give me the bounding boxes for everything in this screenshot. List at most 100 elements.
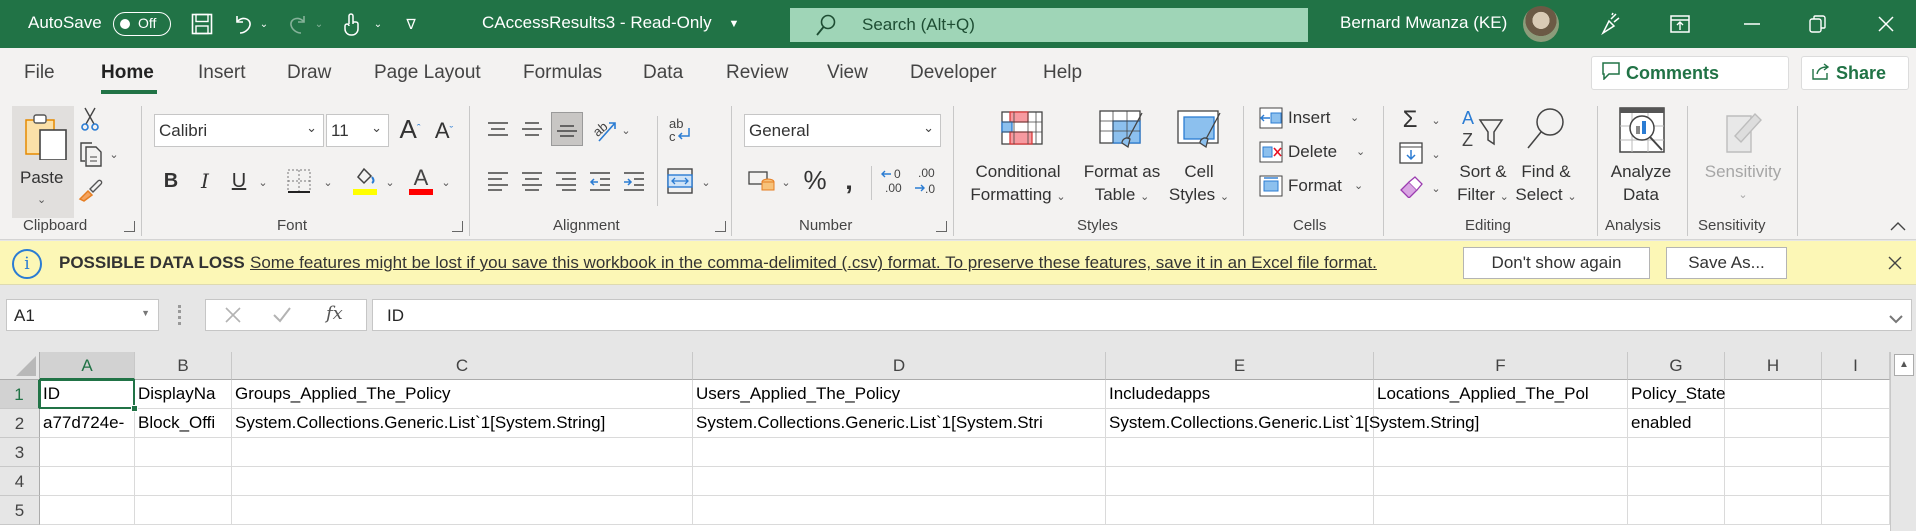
tab-draw[interactable]: Draw: [287, 62, 331, 84]
cell-e5[interactable]: [1106, 496, 1374, 525]
cell-i1[interactable]: [1822, 380, 1890, 409]
search-input[interactable]: Search (Alt+Q): [790, 8, 1308, 42]
touch-dropdown-icon[interactable]: ⌄: [372, 10, 384, 38]
cell-g1[interactable]: Policy_State: [1628, 380, 1726, 409]
name-box[interactable]: A1 ▼: [6, 299, 159, 331]
tab-page-layout[interactable]: Page Layout: [374, 62, 481, 84]
clipboard-launcher-icon[interactable]: [124, 221, 135, 232]
column-header-i[interactable]: I: [1822, 352, 1890, 380]
banner-message-link[interactable]: Some features might be lost if you save …: [250, 253, 1377, 273]
cell-c1[interactable]: Groups_Applied_The_Policy: [232, 380, 693, 409]
cell-e2[interactable]: System.Collections.Generic.List`1[System…: [1106, 409, 1479, 438]
dont-show-again-button[interactable]: Don't show again: [1463, 247, 1650, 279]
alignment-launcher-icon[interactable]: [715, 221, 726, 232]
borders-dropdown-icon[interactable]: ⌄: [322, 176, 334, 189]
top-align-icon[interactable]: [485, 116, 511, 142]
row-header-1[interactable]: 1: [0, 380, 40, 409]
format-painter-icon[interactable]: [78, 176, 104, 204]
paste-dropdown-icon[interactable]: ⌄: [37, 188, 46, 212]
cell-c5[interactable]: [232, 496, 693, 525]
select-all-button[interactable]: [0, 352, 40, 380]
fill-icon[interactable]: [1398, 140, 1424, 166]
user-name[interactable]: Bernard Mwanza (KE): [1340, 13, 1507, 33]
cell-i3[interactable]: [1822, 438, 1890, 467]
orientation-dropdown-icon[interactable]: ⌄: [620, 124, 632, 137]
cell-g4[interactable]: [1628, 467, 1725, 496]
autosum-dropdown-icon[interactable]: ⌄: [1430, 114, 1442, 127]
tab-file[interactable]: File: [24, 62, 55, 84]
minimize-icon[interactable]: [1738, 10, 1766, 38]
cell-d2[interactable]: System.Collections.Generic.List`1[System…: [693, 409, 1106, 438]
cell-b3[interactable]: [135, 438, 232, 467]
cell-h2[interactable]: [1725, 409, 1822, 438]
decrease-indent-icon[interactable]: [587, 168, 613, 194]
document-title[interactable]: CAccessResults3 - Read-Only: [482, 13, 712, 33]
tab-review[interactable]: Review: [726, 62, 788, 84]
cell-b1[interactable]: DisplayNa: [135, 380, 232, 409]
cell-a4[interactable]: [40, 467, 135, 496]
coauthoring-icon[interactable]: [1596, 10, 1624, 38]
column-header-d[interactable]: D: [693, 352, 1106, 380]
clear-dropdown-icon[interactable]: ⌄: [1430, 182, 1442, 195]
copy-icon[interactable]: [78, 140, 104, 168]
tab-home[interactable]: Home: [101, 62, 154, 84]
decrease-decimal-icon[interactable]: .00.0: [912, 164, 940, 196]
percent-style-icon[interactable]: %: [801, 164, 829, 196]
column-header-h[interactable]: H: [1725, 352, 1822, 380]
cell-g3[interactable]: [1628, 438, 1725, 467]
align-center-icon[interactable]: [519, 168, 545, 194]
cell-b5[interactable]: [135, 496, 232, 525]
delete-cells-button[interactable]: Delete ⌄: [1258, 138, 1398, 168]
cell-styles-button[interactable]: Cell Styles ⌄: [1166, 102, 1232, 210]
cell-a3[interactable]: [40, 438, 135, 467]
cell-d4[interactable]: [693, 467, 1106, 496]
cell-f4[interactable]: [1374, 467, 1628, 496]
avatar[interactable]: [1523, 6, 1559, 42]
fill-color-icon[interactable]: [352, 164, 378, 198]
collapse-ribbon-icon[interactable]: [1888, 218, 1908, 234]
tab-formulas[interactable]: Formulas: [523, 62, 602, 84]
merge-center-icon[interactable]: [666, 166, 694, 196]
format-cells-button[interactable]: Format ⌄: [1258, 172, 1398, 202]
wrap-text-icon[interactable]: ab c: [666, 116, 694, 146]
undo-icon[interactable]: [230, 10, 256, 38]
cell-d3[interactable]: [693, 438, 1106, 467]
font-color-icon[interactable]: A: [408, 164, 434, 198]
cell-h1[interactable]: [1725, 380, 1822, 409]
cell-h3[interactable]: [1725, 438, 1822, 467]
undo-dropdown-icon[interactable]: ⌄: [258, 10, 270, 38]
analyze-data-button[interactable]: Analyze Data: [1606, 102, 1676, 210]
cell-b4[interactable]: [135, 467, 232, 496]
cell-i2[interactable]: [1822, 409, 1890, 438]
paste-button[interactable]: Paste ⌄: [12, 106, 74, 218]
cell-h4[interactable]: [1725, 467, 1822, 496]
cell-i4[interactable]: [1822, 467, 1890, 496]
column-header-c[interactable]: C: [232, 352, 693, 380]
cell-h5[interactable]: [1725, 496, 1822, 525]
tab-insert[interactable]: Insert: [198, 62, 246, 84]
save-icon[interactable]: [188, 10, 216, 38]
fill-color-dropdown-icon[interactable]: ⌄: [384, 176, 396, 189]
autosum-icon[interactable]: Σ: [1398, 106, 1422, 134]
customize-qat-icon[interactable]: ∇: [403, 10, 419, 38]
cell-f3[interactable]: [1374, 438, 1628, 467]
font-name-select[interactable]: Calibri ⌄: [154, 114, 324, 147]
font-size-select[interactable]: 11 ⌄: [326, 114, 389, 147]
row-header-5[interactable]: 5: [0, 496, 40, 525]
format-as-table-button[interactable]: Format as Table ⌄: [1074, 102, 1170, 210]
sort-filter-button[interactable]: AZ Sort & Filter ⌄: [1452, 102, 1514, 210]
column-header-e[interactable]: E: [1106, 352, 1374, 380]
accounting-format-icon[interactable]: [748, 166, 776, 196]
number-format-select[interactable]: General ⌄: [744, 114, 941, 147]
decrease-font-size-icon[interactable]: Aˇ: [432, 116, 456, 146]
row-header-4[interactable]: 4: [0, 467, 40, 496]
save-as-button[interactable]: Save As...: [1666, 247, 1787, 279]
title-dropdown-icon[interactable]: ▼: [728, 10, 740, 38]
accounting-dropdown-icon[interactable]: ⌄: [780, 176, 792, 189]
cell-c2[interactable]: System.Collections.Generic.List`1[System…: [232, 409, 693, 438]
increase-font-size-icon[interactable]: Aˆ: [397, 114, 423, 144]
scroll-up-icon[interactable]: ▲: [1894, 354, 1914, 376]
column-header-g[interactable]: G: [1628, 352, 1725, 380]
align-right-icon[interactable]: [553, 168, 579, 194]
insert-cells-button[interactable]: Insert ⌄: [1258, 104, 1398, 134]
